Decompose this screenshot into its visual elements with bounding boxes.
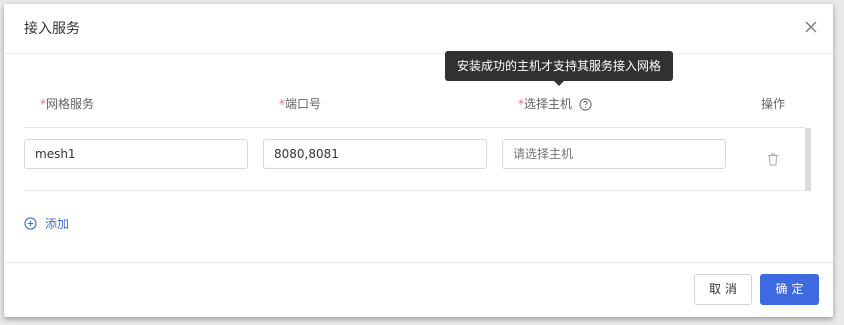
port-input[interactable]: [263, 139, 487, 169]
column-header-host: *选择主机: [518, 95, 592, 112]
plus-circle-icon: [24, 216, 37, 230]
add-row-label: 添加: [45, 216, 70, 231]
dialog-header: 接入服务: [4, 4, 833, 54]
column-label: 选择主机: [524, 97, 573, 111]
footer-divider: [4, 262, 833, 263]
column-label: 网格服务: [46, 97, 95, 111]
help-circle-icon[interactable]: [579, 98, 592, 111]
host-help-tooltip: 安装成功的主机才支持其服务接入网格: [445, 51, 674, 86]
column-label: 端口号: [285, 97, 322, 111]
add-row-button[interactable]: 添加: [24, 215, 69, 231]
mesh-service-input[interactable]: [24, 139, 248, 169]
table-row-divider: [24, 190, 805, 191]
confirm-button[interactable]: 确定: [760, 274, 819, 305]
close-icon[interactable]: [803, 19, 819, 35]
access-service-dialog: 接入服务 安装成功的主机才支持其服务接入网格 *网格服务 *端口号 *选择主机 …: [4, 4, 833, 317]
tooltip-arrow: [554, 81, 564, 86]
column-header-mesh-service: *网格服务: [40, 95, 94, 112]
cancel-button[interactable]: 取消: [694, 274, 752, 305]
tooltip-text: 安装成功的主机才支持其服务接入网格: [457, 59, 662, 73]
table-header-divider: [24, 127, 805, 128]
dialog-title: 接入服务: [24, 21, 80, 37]
column-header-actions: 操作: [761, 97, 786, 111]
table-scrollbar[interactable]: [805, 128, 811, 191]
host-select[interactable]: [502, 139, 726, 169]
trash-icon[interactable]: [767, 153, 779, 166]
column-header-port: *端口号: [279, 95, 321, 112]
